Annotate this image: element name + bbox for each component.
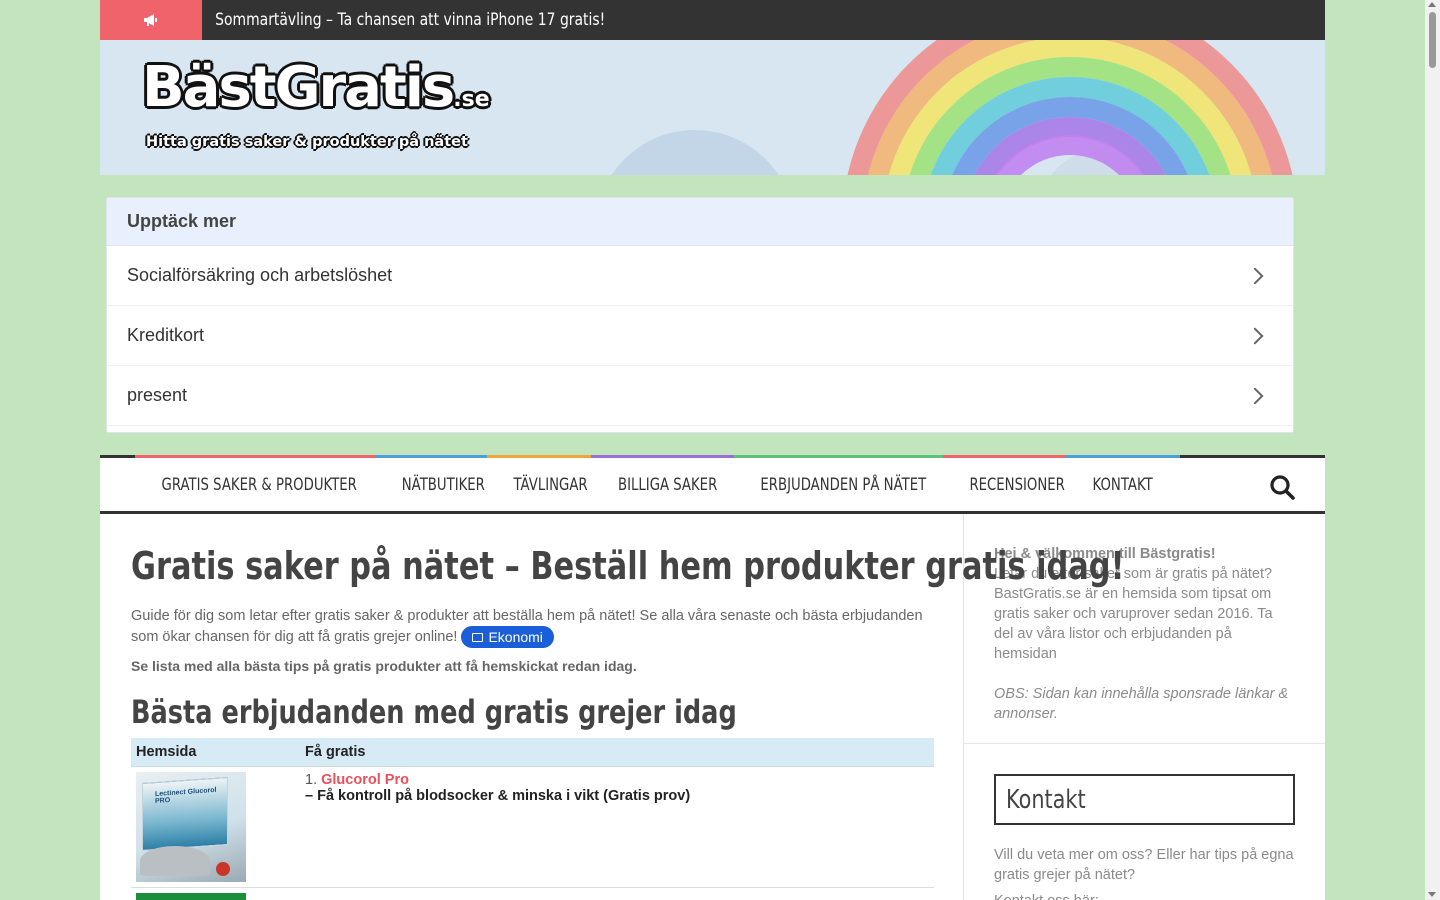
megaphone-icon <box>100 0 202 40</box>
page-scrollbar[interactable] <box>1425 0 1440 900</box>
chevron-right-icon <box>1246 387 1264 404</box>
scroll-thumb[interactable] <box>1429 12 1436 68</box>
contact-question: Vill du veta mer om oss? Eller har tips … <box>994 847 1294 883</box>
discover-item-present[interactable]: present <box>107 366 1293 426</box>
logo-tld: .se <box>453 87 490 112</box>
announcement-link[interactable]: Sommartävling – Ta chansen att vinna iPh… <box>202 10 605 30</box>
discover-item-label: Socialförsäkring och arbetslöshet <box>127 265 393 285</box>
top-announcement-bar: Sommartävling – Ta chansen att vinna iPh… <box>100 0 1325 40</box>
product-box-label: Lectinect Glucorol PRO <box>155 786 217 806</box>
badge-label: Ekonomi <box>488 629 543 645</box>
nav-color-bar <box>591 455 745 458</box>
search-icon[interactable] <box>1269 474 1295 500</box>
nav-item-offers[interactable]: ERBJUDANDEN PÅ NÄTET <box>749 475 938 495</box>
contact-title-text: Kontakt <box>1006 784 1086 815</box>
intro-text: Guide för dig som letar efter gratis sak… <box>131 606 932 648</box>
main-navigation: GRATIS SAKER & PRODUKTER NÄTBUTIKER TÄVL… <box>100 455 1325 514</box>
scroll-down-arrow-icon[interactable] <box>1428 892 1436 897</box>
offers-table: Hemsida Få gratis Lectinect Glucorol PRO… <box>131 738 934 900</box>
nav-color-bar <box>1066 455 1180 458</box>
newspaper-icon <box>472 632 484 642</box>
chevron-right-icon <box>1246 327 1264 344</box>
header-banner: BästGratis.se Hitta gratis saker & produ… <box>100 40 1325 175</box>
product-fruit <box>216 862 230 876</box>
section-title: Bästa erbjudanden med gratis grejer idag <box>131 693 737 731</box>
main-column: Gratis saker på nätet – Beställ hem prod… <box>100 514 1125 900</box>
scroll-up-arrow-icon[interactable] <box>1428 2 1436 7</box>
nav-item-reviews[interactable]: RECENSIONER <box>958 475 1077 495</box>
list-teaser: Se lista med alla bästa tips på gratis p… <box>131 658 637 674</box>
content-area: Gratis saker på nätet – Beställ hem prod… <box>100 514 1325 900</box>
product-link[interactable]: Glucorol Pro <box>321 772 409 788</box>
product-image[interactable]: Lectinect Glucorol PRO <box>136 772 246 882</box>
row-number: 1. <box>305 772 318 788</box>
discover-more-box: Upptäck mer Socialförsäkring och arbetsl… <box>106 197 1294 433</box>
discover-item-label: present <box>127 385 188 405</box>
table-row: Lectinect Glucorol PRO 1. Glucorol Pro –… <box>131 766 934 888</box>
nav-item-web-shops[interactable]: NÄTBUTIKER <box>390 475 497 495</box>
page-title: Gratis saker på nätet – Beställ hem prod… <box>131 544 1125 588</box>
nav-item-contests[interactable]: TÄVLINGAR <box>502 475 600 495</box>
discover-item-label: Kreditkort <box>127 325 205 345</box>
category-badge[interactable]: Ekonomi <box>461 626 554 648</box>
discover-item-credit-card[interactable]: Kreditkort <box>107 306 1293 366</box>
sponsor-note: OBS: Sidan kan innehålla sponsrade länka… <box>994 686 1289 722</box>
table-header-offer: Få gratis <box>300 738 934 767</box>
product-image[interactable] <box>136 893 246 900</box>
site-logo[interactable]: BästGratis.se Hitta gratis saker & produ… <box>142 55 490 151</box>
contact-widget-title: Kontakt <box>994 774 1295 825</box>
table-row <box>131 887 934 900</box>
logo-tagline: Hitta gratis saker & produkter på nätet <box>146 134 468 150</box>
discover-item-social-insurance[interactable]: Socialförsäkring och arbetslöshet <box>107 246 1293 306</box>
contact-more: Kontakt oss här: <box>994 891 1099 900</box>
product-powder <box>140 846 210 876</box>
chevron-right-icon <box>1246 267 1264 284</box>
product-box: Lectinect Glucorol PRO <box>142 776 228 852</box>
logo-name: BästGratis <box>142 55 455 120</box>
table-header-site: Hemsida <box>131 738 300 767</box>
nav-item-contact[interactable]: KONTAKT <box>1081 475 1165 495</box>
nav-item-free-products[interactable]: GRATIS SAKER & PRODUKTER <box>150 475 369 495</box>
nav-color-bar <box>134 455 384 458</box>
decor-bubble <box>595 130 795 175</box>
nav-item-cheap-things[interactable]: BILLIGA SAKER <box>606 475 729 495</box>
contact-text: Vill du veta mer om oss? Eller har tips … <box>964 825 1325 900</box>
discover-heading: Upptäck mer <box>107 198 1293 246</box>
product-description: – Få kontroll på blodsocker & minska i v… <box>305 788 691 804</box>
rainbow-illustration <box>847 40 1293 175</box>
nav-color-bar <box>734 455 954 458</box>
